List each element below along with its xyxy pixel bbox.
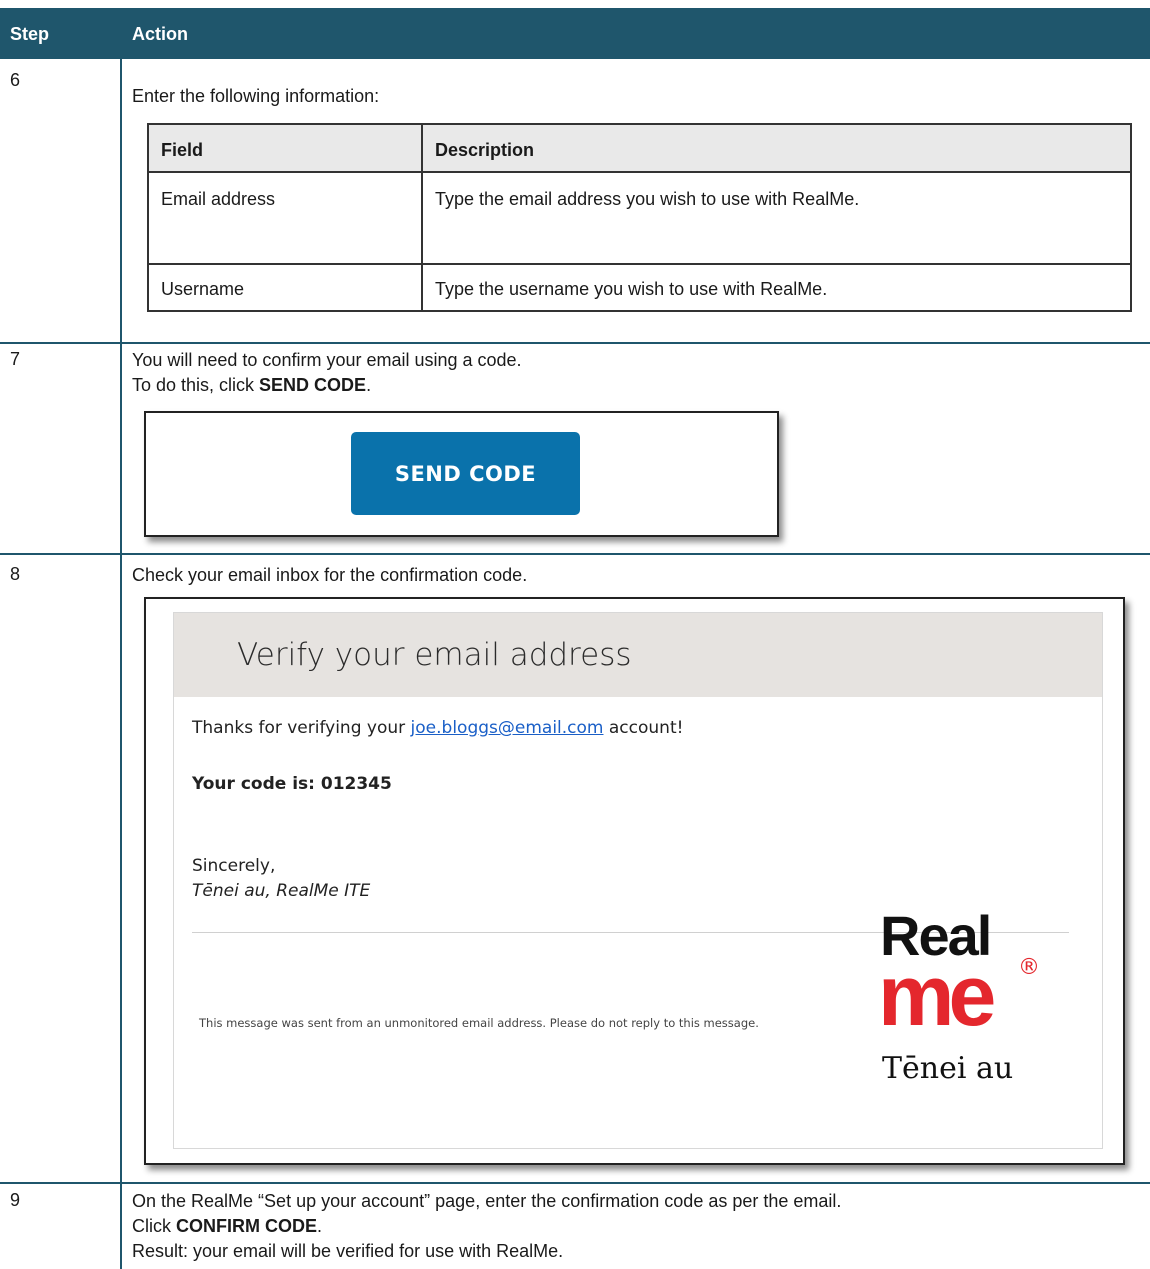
email-thanks: Thanks for verifying your joe.bloggs@ema… xyxy=(192,718,683,738)
email-signature: Tēnei au, RealMe ITE xyxy=(192,881,371,901)
step-7-line2-prefix: To do this, click xyxy=(132,375,260,395)
step-7-number: 7 xyxy=(10,349,21,369)
step-7-send-code-bold: SEND CODE xyxy=(259,375,367,395)
email-sincerely: Sincerely, xyxy=(192,856,276,876)
step-7-line2-suffix: . xyxy=(366,375,372,395)
step-6-number: 6 xyxy=(10,70,21,90)
step-9-result: Result: your email will be verified for … xyxy=(132,1241,564,1261)
step-9-line1: On the RealMe “Set up your account” page… xyxy=(132,1191,842,1211)
table-row-email-field: Email address xyxy=(161,189,276,209)
table-row-email-description: Type the email address you wish to use w… xyxy=(435,189,860,209)
send-code-button[interactable]: SEND CODE xyxy=(351,432,580,515)
field-table: Field Description Email address Type the… xyxy=(147,123,1132,312)
logo-tenei-text: Tēnei au xyxy=(882,1051,1014,1086)
email-code: Your code is: 012345 xyxy=(192,774,392,794)
email-footer: This message was sent from an unmonitore… xyxy=(199,1016,759,1030)
step-9-confirm-code-bold: CONFIRM CODE xyxy=(176,1216,317,1236)
field-table-column-divider xyxy=(421,125,423,310)
registered-mark-icon: ® xyxy=(1018,955,1040,980)
email-thanks-suffix: account! xyxy=(603,718,684,738)
row-divider-9 xyxy=(0,1182,1150,1184)
table-row-username-description: Type the username you wish to use with R… xyxy=(435,279,828,299)
field-table-header xyxy=(149,125,1130,173)
step-8-line1: Check your email inbox for the confirmat… xyxy=(132,565,528,585)
step-9-line2: Click CONFIRM CODE. xyxy=(132,1215,322,1237)
table-header: Step Action xyxy=(0,8,1150,59)
step-7-line2: To do this, click SEND CODE. xyxy=(132,374,371,396)
realme-logo: Real me ® Tēnei au xyxy=(878,903,1050,1133)
column-divider xyxy=(120,59,122,1269)
row-divider-8 xyxy=(0,553,1150,555)
row-divider-7 xyxy=(0,342,1150,344)
email-body: Verify your email address Thanks for ver… xyxy=(173,612,1103,1149)
email-address-link[interactable]: joe.bloggs@email.com xyxy=(411,718,604,738)
step-9-line2-prefix: Click xyxy=(132,1216,176,1236)
email-header: Verify your email address xyxy=(174,613,1102,697)
table-row-username-field: Username xyxy=(161,279,245,299)
step-7-line1: You will need to confirm your email usin… xyxy=(132,350,522,370)
field-table-header-description: Description xyxy=(435,140,535,160)
step-6-intro: Enter the following information: xyxy=(132,86,380,106)
step-9-line2-suffix: . xyxy=(317,1216,323,1236)
header-step: Step xyxy=(10,24,50,44)
email-screenshot: Verify your email address Thanks for ver… xyxy=(144,597,1125,1165)
header-action: Action xyxy=(132,24,188,44)
field-table-row-divider xyxy=(149,263,1130,265)
email-title: Verify your email address xyxy=(237,637,632,673)
field-table-header-field: Field xyxy=(161,140,204,160)
logo-me-text: me xyxy=(878,948,996,1044)
step-8-number: 8 xyxy=(10,564,21,584)
email-thanks-prefix: Thanks for verifying your xyxy=(192,718,411,738)
step-9-number: 9 xyxy=(10,1190,21,1210)
send-code-screenshot: SEND CODE xyxy=(144,411,779,537)
